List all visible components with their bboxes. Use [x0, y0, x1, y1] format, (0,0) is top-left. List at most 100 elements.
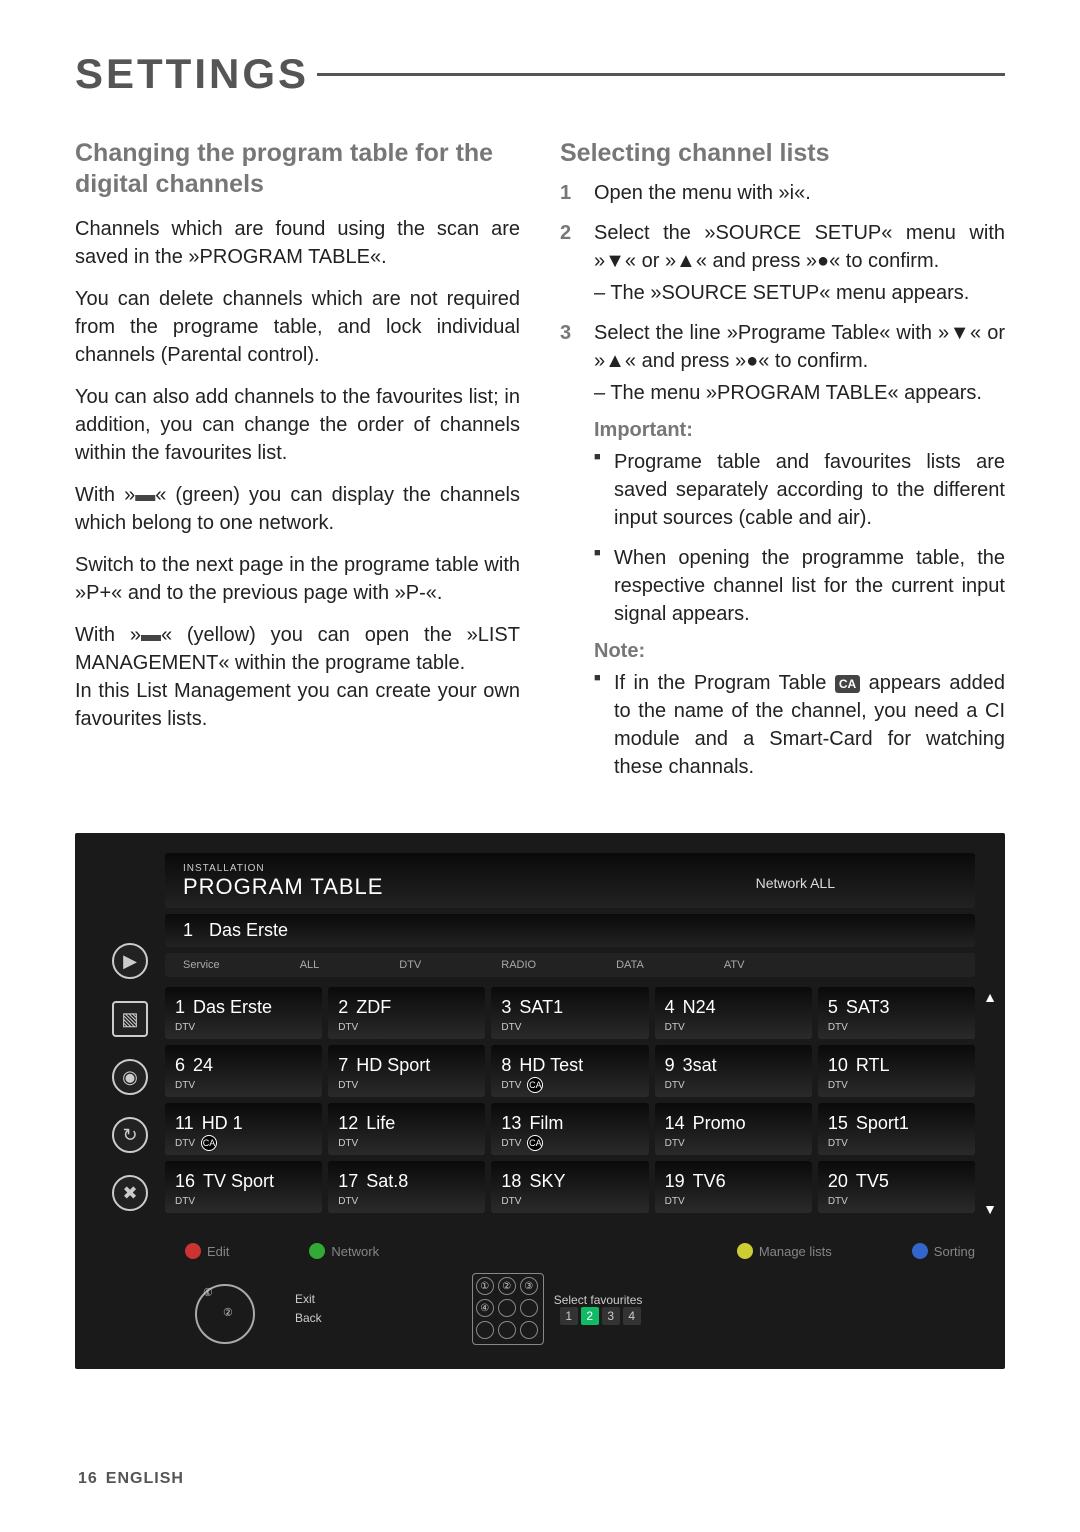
channel-cell[interactable]: 12LifeDTV: [328, 1103, 485, 1155]
dtv-badge: DTV: [828, 1196, 848, 1207]
note-bullets: If in the Program Table CA appears added…: [560, 669, 1005, 781]
ca-icon: CA: [201, 1135, 217, 1151]
dtv-badge: DTV: [665, 1138, 685, 1149]
dtv-badge: DTV: [828, 1022, 848, 1033]
dtv-badge: DTV: [501, 1138, 521, 1149]
channel-cell[interactable]: 14PromoDTV: [655, 1103, 812, 1155]
channel-cell[interactable]: 5SAT3DTV: [818, 987, 975, 1039]
tab-all[interactable]: ALL: [300, 959, 320, 971]
tv-breadcrumb: INSTALLATION: [183, 863, 957, 874]
channel-cell[interactable]: 7HD SportDTV: [328, 1045, 485, 1097]
channel-cell[interactable]: 16TV SportDTV: [165, 1161, 322, 1213]
red-edit[interactable]: Edit: [185, 1243, 229, 1259]
channel-cell[interactable]: 13FilmDTVCA: [491, 1103, 648, 1155]
steps-list: 1Open the menu with »i«. 2Select the »SO…: [560, 179, 1005, 407]
channel-cell[interactable]: 1Das ErsteDTV: [165, 987, 322, 1039]
left-p3: You can also add channels to the favouri…: [75, 383, 520, 467]
left-heading: Changing the program table for the digit…: [75, 138, 520, 201]
dtv-badge: DTV: [338, 1196, 358, 1207]
scroll-down-icon[interactable]: ▼: [983, 1201, 997, 1217]
imp-bullet-2: When opening the programme table, the re…: [560, 544, 1005, 628]
green-network[interactable]: Network: [309, 1243, 379, 1259]
dpad-icon[interactable]: ① ②: [195, 1284, 265, 1334]
tab-atv[interactable]: ATV: [724, 959, 745, 971]
page-footer: 16ENGLISH: [78, 1470, 184, 1488]
red-dot-icon: [185, 1243, 201, 1259]
important-bullets: Programe table and favourites lists are …: [560, 448, 1005, 628]
dtv-badge: DTV: [828, 1138, 848, 1149]
right-heading: Selecting channel lists: [560, 138, 1005, 169]
tab-radio[interactable]: RADIO: [501, 959, 536, 971]
left-p1: Channels which are found using the scan …: [75, 215, 520, 271]
tv-title: PROGRAM TABLE: [183, 874, 957, 900]
dtv-badge: DTV: [175, 1196, 195, 1207]
green-button-glyph: ▬: [135, 484, 155, 506]
right-column: Selecting channel lists 1Open the menu w…: [560, 138, 1005, 793]
side-icons: ▶ ▧ ◉ ↻ ✖: [95, 853, 165, 1345]
columns: Changing the program table for the digit…: [75, 138, 1005, 793]
select-fav-label: Select favourites 1 2 3 4: [554, 1293, 643, 1325]
tv-tabs[interactable]: Service ALL DTV RADIO DATA ATV: [165, 953, 975, 977]
step-1: 1Open the menu with »i«.: [560, 179, 1005, 207]
channel-cell[interactable]: 18SKYDTV: [491, 1161, 648, 1213]
imp-bullet-1: Programe table and favourites lists are …: [560, 448, 1005, 532]
tv-header: INSTALLATION PROGRAM TABLE Network ALL: [165, 853, 975, 908]
title-rule: [317, 73, 1005, 76]
left-p5: Switch to the next page in the programe …: [75, 551, 520, 607]
dtv-badge: DTV: [175, 1080, 195, 1091]
dtv-badge: DTV: [175, 1022, 195, 1033]
channel-row: 11HD 1DTVCA12LifeDTV13FilmDTVCA14PromoDT…: [165, 1103, 975, 1155]
dtv-badge: DTV: [501, 1196, 521, 1207]
tools-icon[interactable]: ✖: [112, 1175, 148, 1211]
dtv-badge: DTV: [338, 1022, 358, 1033]
dtv-badge: DTV: [665, 1022, 685, 1033]
number-pad-icon[interactable]: ①②③ ④: [472, 1273, 544, 1345]
refresh-icon[interactable]: ↻: [112, 1117, 148, 1153]
channel-cell[interactable]: 3SAT1DTV: [491, 987, 648, 1039]
dtv-badge: DTV: [828, 1080, 848, 1091]
yellow-button-glyph: ▬: [141, 624, 161, 646]
channel-cell[interactable]: 624DTV: [165, 1045, 322, 1097]
left-p4: With »▬« (green) you can display the cha…: [75, 481, 520, 537]
channel-row: 624DTV7HD SportDTV8HD TestDTVCA93satDTV1…: [165, 1045, 975, 1097]
eye-icon[interactable]: ◉: [112, 1059, 148, 1095]
channel-cell[interactable]: 93satDTV: [655, 1045, 812, 1097]
dtv-badge: DTV: [501, 1022, 521, 1033]
channel-cell[interactable]: 4N24DTV: [655, 987, 812, 1039]
note-label: Note:: [594, 640, 1005, 663]
fav-nums: 1 2 3 4: [560, 1307, 643, 1325]
yellow-manage[interactable]: Manage lists: [737, 1243, 832, 1259]
tab-dtv[interactable]: DTV: [399, 959, 421, 971]
tv-network-label: Network ALL: [756, 875, 835, 891]
channel-cell[interactable]: 17Sat.8DTV: [328, 1161, 485, 1213]
dtv-badge: DTV: [665, 1196, 685, 1207]
channel-cell[interactable]: 2ZDFDTV: [328, 987, 485, 1039]
play-icon[interactable]: ▶: [112, 943, 148, 979]
tv-color-footer: Edit Network Manage lists Sorting: [165, 1243, 975, 1259]
blue-sorting[interactable]: Sorting: [912, 1243, 975, 1259]
tv-current-channel: 1Das Erste: [165, 914, 975, 947]
dtv-badge: DTV: [338, 1080, 358, 1091]
channel-cell[interactable]: 15Sport1DTV: [818, 1103, 975, 1155]
channel-cell[interactable]: 8HD TestDTVCA: [491, 1045, 648, 1097]
channel-grid: ▲ 1Das ErsteDTV2ZDFDTV3SAT1DTV4N24DTV5SA…: [165, 981, 975, 1225]
tab-service[interactable]: Service: [183, 959, 220, 971]
scroll-up-icon[interactable]: ▲: [983, 989, 997, 1005]
picture-icon[interactable]: ▧: [112, 1001, 148, 1037]
blue-dot-icon: [912, 1243, 928, 1259]
left-p2: You can delete channels which are not re…: [75, 285, 520, 369]
channel-cell[interactable]: 11HD 1DTVCA: [165, 1103, 322, 1155]
channel-cell[interactable]: 20TV5DTV: [818, 1161, 975, 1213]
tab-data[interactable]: DATA: [616, 959, 644, 971]
channel-cell[interactable]: 10RTLDTV: [818, 1045, 975, 1097]
fav-section: ①②③ ④ Select favourites 1 2 3 4: [472, 1273, 643, 1345]
ca-badge-icon: CA: [835, 675, 860, 694]
dtv-badge: DTV: [501, 1080, 521, 1091]
dtv-badge: DTV: [175, 1138, 195, 1149]
page-title-row: SETTINGS: [75, 50, 1005, 98]
channel-cell[interactable]: 19TV6DTV: [655, 1161, 812, 1213]
tv-nav-footer: ① ② Exit Back ①②③ ④ Select favourites: [165, 1273, 975, 1345]
ca-icon: CA: [527, 1077, 543, 1093]
step-2: 2Select the »SOURCE SETUP« menu with »▼«…: [560, 219, 1005, 307]
note-bullet: If in the Program Table CA appears added…: [560, 669, 1005, 781]
